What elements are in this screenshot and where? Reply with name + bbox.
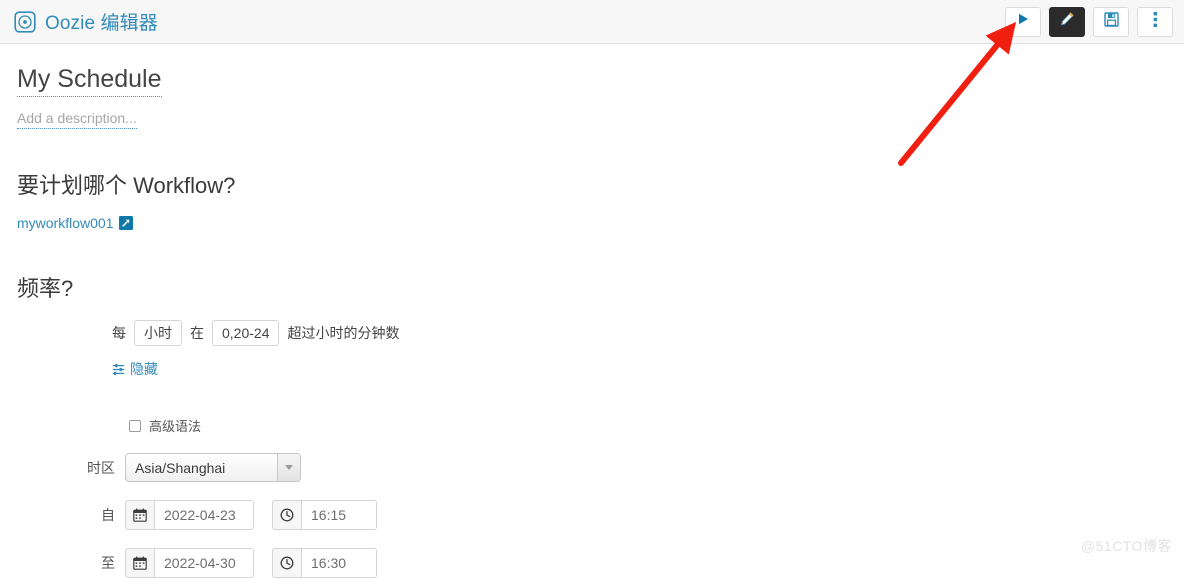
oozie-circle-icon	[14, 10, 36, 33]
end-datetime-row: 至 2022-04-30 16:30	[17, 548, 1184, 578]
end-date-input[interactable]: 2022-04-30	[154, 548, 254, 578]
schedule-title[interactable]: My Schedule	[17, 64, 162, 97]
edit-button[interactable]	[1049, 6, 1085, 37]
advanced-syntax-label: 高级语法	[149, 419, 202, 434]
end-date-group: 2022-04-30	[125, 548, 254, 578]
calendar-icon[interactable]	[125, 500, 154, 530]
end-label: 至	[101, 555, 115, 571]
workflow-link[interactable]: myworkflow001	[17, 215, 113, 231]
advanced-syntax-row: 高级语法	[17, 416, 1184, 435]
end-time-input[interactable]: 16:30	[301, 548, 377, 578]
start-time-input[interactable]: 16:15	[301, 500, 377, 530]
clock-icon[interactable]	[272, 548, 301, 578]
pencil-icon	[1059, 11, 1075, 32]
more-menu-button[interactable]	[1137, 6, 1173, 37]
frequency-suffix-label: 超过小时的分钟数	[287, 325, 400, 341]
external-link-icon[interactable]	[119, 216, 134, 230]
frequency-minutes-input[interactable]: 0,20-24	[212, 320, 280, 346]
frequency-controls: 每 小时 在 0,20-24 超过小时的分钟数 隐藏	[17, 320, 1184, 379]
header-toolbar	[1005, 6, 1173, 37]
play-icon	[1016, 12, 1030, 31]
advanced-options-toggle[interactable]: 隐藏	[112, 359, 158, 379]
save-button[interactable]	[1093, 6, 1129, 37]
chevron-down-icon[interactable]	[277, 454, 300, 481]
page-content: My Schedule Add a description... 要计划哪个 W…	[0, 44, 1184, 578]
start-datetime-row: 自 2022-04-23 16:15	[17, 500, 1184, 530]
brand: Oozie 编辑器	[14, 8, 158, 35]
calendar-icon[interactable]	[125, 548, 154, 578]
advanced-options-toggle-label: 隐藏	[130, 361, 158, 377]
app-title: Oozie 编辑器	[45, 13, 158, 34]
clock-icon[interactable]	[272, 500, 301, 530]
floppy-save-icon	[1103, 11, 1119, 32]
frequency-at-label: 在	[190, 325, 204, 341]
frequency-expression-row: 每 小时 在 0,20-24 超过小时的分钟数	[112, 320, 1184, 346]
start-date-input[interactable]: 2022-04-23	[154, 500, 254, 530]
three-dots-vertical-icon	[1153, 11, 1158, 33]
advanced-syntax-checkbox[interactable]	[129, 419, 141, 432]
sliders-icon	[112, 363, 125, 376]
end-time-group: 16:30	[272, 548, 377, 578]
frequency-every-label: 每	[112, 325, 126, 341]
start-label: 自	[101, 507, 115, 523]
run-button[interactable]	[1005, 6, 1041, 37]
app-header: Oozie 编辑器	[0, 0, 1184, 44]
timezone-row: 时区 Asia/Shanghai	[17, 453, 1184, 482]
frequency-unit-select[interactable]: 小时	[134, 320, 182, 346]
timezone-value: Asia/Shanghai	[135, 459, 226, 476]
schedule-description[interactable]: Add a description...	[17, 110, 137, 129]
workflow-link-row: myworkflow001	[17, 215, 1184, 231]
start-time-group: 16:15	[272, 500, 377, 530]
start-date-group: 2022-04-23	[125, 500, 254, 530]
timezone-label: 时区	[87, 459, 115, 476]
watermark: @51CTO博客	[1080, 538, 1172, 554]
frequency-section-heading: 频率?	[17, 276, 74, 301]
timezone-select[interactable]: Asia/Shanghai	[125, 453, 301, 482]
workflow-section-heading: 要计划哪个 Workflow?	[17, 173, 236, 198]
